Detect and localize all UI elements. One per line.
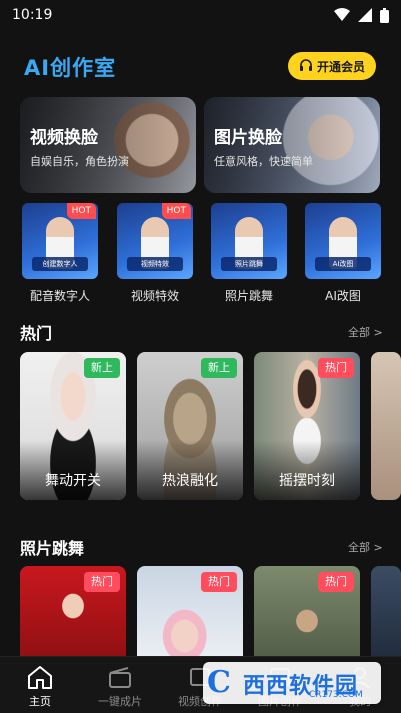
dance-card[interactable]: 热门 [137,566,243,666]
thumb-label: 照片跳舞 [221,257,277,271]
status-bar: 10:19 [0,0,401,30]
app-header: AI创作室 开通会员 [0,44,401,88]
hot-badge: 热门 [318,358,354,378]
card-caption: 舞动开关 [45,473,101,489]
card-caption: 摇摆时刻 [279,473,335,489]
card-image [371,566,401,666]
tool-thumbnail: 视频特效 HOT [117,203,193,279]
app-title: AI创作室 [24,56,117,80]
signal-icon [358,8,372,22]
tool-dubbing-avatar[interactable]: 创建数字人 HOT 配音数字人 [22,203,98,304]
new-badge: 新上 [84,358,120,378]
hot-card-swing[interactable]: 热门 摇摆时刻 [254,352,360,500]
tool-thumbnail: 创建数字人 HOT [22,203,98,279]
feature-title: 图片换脸 [214,128,282,148]
nav-label: 主页 [29,695,51,708]
tool-name: 配音数字人 [29,289,90,303]
clapperboard-icon [109,667,131,688]
tool-thumbnail: 照片跳舞 [211,203,287,279]
watermark: C 西西软件园 CR173.COM [203,662,381,704]
thumb-label: 创建数字人 [32,257,88,271]
dance-see-all-link[interactable]: 全部 > [348,539,383,555]
hot-badge: 热门 [84,572,120,592]
feature-subtitle: 自娱自乐，角色扮演 [30,155,129,168]
hot-see-all-link[interactable]: 全部 > [348,324,383,340]
wifi-icon [334,8,350,21]
dance-section-title: 照片跳舞 [20,539,85,558]
tool-name: 照片跳舞 [224,289,273,303]
hot-section-title: 热门 [20,324,53,343]
nav-one-click[interactable]: 一键成片 [80,657,160,713]
feature-title: 视频换脸 [30,128,98,148]
headset-icon [299,59,312,71]
status-icons [334,7,389,23]
watermark-url: CR173.COM [309,690,363,700]
watermark-logo: C [207,665,231,700]
battery-icon [380,7,389,23]
hot-card-melt[interactable]: 新上 热浪融化 [137,352,243,500]
nav-label: 一键成片 [98,695,142,708]
hot-badge: 热门 [318,572,354,592]
tool-thumbnail: AI改图 [305,203,381,279]
hot-card-partial[interactable] [371,352,401,500]
feature-subtitle: 任意风格，快速简单 [214,155,313,168]
tool-name: AI改图 [325,289,361,303]
tool-photo-dance[interactable]: 照片跳舞 照片跳舞 [211,203,287,304]
dance-card[interactable]: 热门 [20,566,126,666]
hot-badge: 热门 [201,572,237,592]
dance-card[interactable]: 热门 [254,566,360,666]
hot-card-dance[interactable]: 新上 舞动开关 [20,352,126,500]
vip-button[interactable]: 开通会员 [288,52,376,80]
hot-badge: HOT [66,203,96,219]
tool-ai-edit[interactable]: AI改图 AI改图 [305,203,381,304]
thumb-label: AI改图 [315,257,371,271]
vip-button-label: 开通会员 [316,59,365,74]
status-time: 10:19 [12,7,53,23]
card-image [371,352,401,500]
home-icon [28,666,52,689]
new-badge: 新上 [201,358,237,378]
tool-name: 视频特效 [130,289,179,303]
nav-home[interactable]: 主页 [0,657,80,713]
dance-card-partial[interactable] [371,566,401,666]
feature-image-face-swap[interactable]: 图片换脸 任意风格，快速简单 [204,97,380,193]
thumb-label: 视频特效 [127,257,183,271]
card-caption: 热浪融化 [162,473,218,489]
feature-video-face-swap[interactable]: 视频换脸 自娱自乐，角色扮演 [20,97,196,193]
hot-badge: HOT [161,203,191,219]
tool-video-effects[interactable]: 视频特效 HOT 视频特效 [117,203,193,304]
